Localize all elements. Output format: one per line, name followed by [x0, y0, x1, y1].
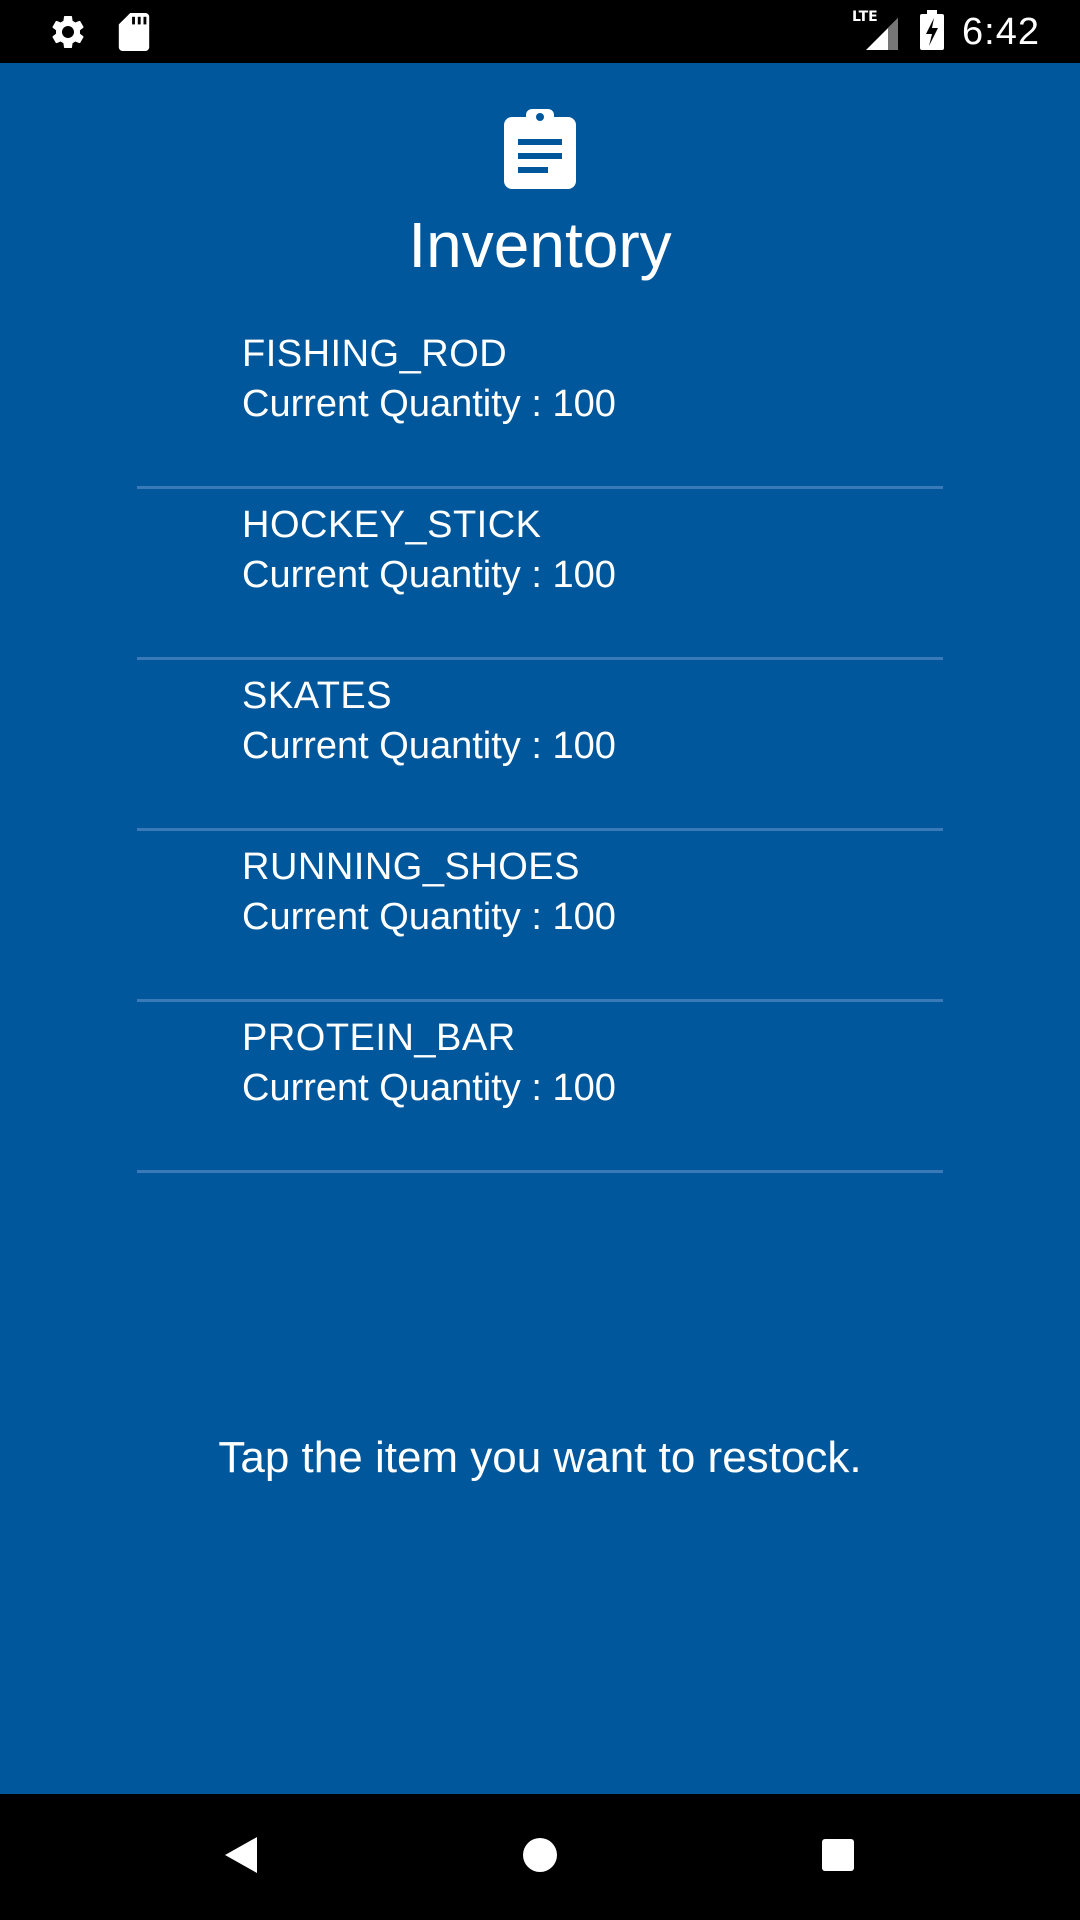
- home-button[interactable]: [510, 1827, 570, 1887]
- item-quantity: Current Quantity : 100: [242, 1067, 616, 1109]
- back-button[interactable]: [211, 1827, 271, 1887]
- restock-hint: Tap the item you want to restock.: [218, 1433, 862, 1482]
- sd-card-icon: [118, 13, 150, 56]
- list-item-hockey-stick[interactable]: HOCKEY_STICK Current Quantity : 100: [137, 489, 943, 660]
- list-item-protein-bar[interactable]: PROTEIN_BAR Current Quantity : 100: [137, 1002, 943, 1173]
- clipboard-icon: [502, 107, 578, 191]
- item-quantity: Current Quantity : 100: [242, 896, 616, 938]
- item-quantity: Current Quantity : 100: [242, 383, 616, 425]
- item-name: SKATES: [242, 675, 393, 717]
- recents-button[interactable]: [808, 1827, 868, 1887]
- status-time: 6:42: [962, 11, 1040, 53]
- svg-text:LTE: LTE: [852, 9, 878, 25]
- navigation-bar: [0, 1794, 1080, 1920]
- item-name: PROTEIN_BAR: [242, 1017, 516, 1059]
- main-content: Inventory FISHING_ROD Current Quantity :…: [0, 63, 1080, 1794]
- recents-icon: [821, 1838, 855, 1877]
- item-name: HOCKEY_STICK: [242, 504, 542, 546]
- battery-charging-icon: [920, 10, 945, 55]
- item-quantity: Current Quantity : 100: [242, 725, 616, 767]
- list-item-running-shoes[interactable]: RUNNING_SHOES Current Quantity : 100: [137, 831, 943, 1002]
- gear-icon: [48, 12, 88, 57]
- item-quantity: Current Quantity : 100: [242, 554, 616, 596]
- home-icon: [521, 1836, 559, 1879]
- page-title: Inventory: [408, 209, 672, 281]
- list-item-skates[interactable]: SKATES Current Quantity : 100: [137, 660, 943, 831]
- inventory-list: FISHING_ROD Current Quantity : 100 HOCKE…: [137, 318, 943, 1173]
- lte-signal-icon: LTE: [852, 8, 902, 57]
- status-left-icons: [48, 12, 150, 57]
- back-icon: [223, 1835, 259, 1880]
- item-name: FISHING_ROD: [242, 333, 508, 375]
- item-name: RUNNING_SHOES: [242, 846, 580, 888]
- status-bar: LTE 6:42: [0, 0, 1080, 63]
- list-item-fishing-rod[interactable]: FISHING_ROD Current Quantity : 100: [137, 318, 943, 489]
- status-right-icons: LTE 6:42: [852, 8, 1040, 57]
